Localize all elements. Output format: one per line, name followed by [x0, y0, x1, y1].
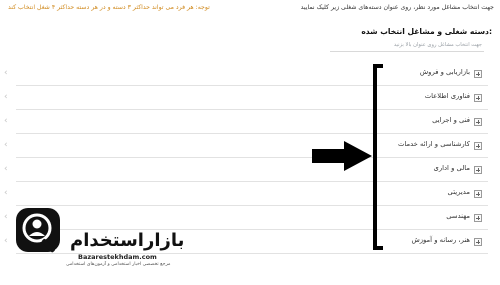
- plus-box-icon[interactable]: [474, 94, 482, 102]
- category-row-technical[interactable]: ‹ فنی و اجرایی: [0, 110, 500, 134]
- category-label[interactable]: فناوری اطلاعات: [425, 92, 470, 100]
- category-row-management[interactable]: ‹ مدیریتی: [0, 182, 500, 206]
- category-row-finance[interactable]: ‹ مالی و اداری: [0, 158, 500, 182]
- category-label[interactable]: فنی و اجرایی: [432, 116, 470, 124]
- category-label[interactable]: هنر، رسانه و آموزش: [411, 236, 470, 244]
- chevron-left-icon[interactable]: ‹: [4, 188, 8, 198]
- chevron-left-icon[interactable]: ‹: [4, 212, 8, 222]
- watermark-tagline: مرجع تخصصی اخبار استخدامی و آزمون‌های اس…: [66, 262, 171, 267]
- plus-box-icon[interactable]: [474, 238, 482, 246]
- category-list: ‹ بازاریابی و فروش ‹ فناوری اطلاعات ‹ فن…: [0, 62, 500, 254]
- plus-box-icon[interactable]: [474, 70, 482, 78]
- category-label[interactable]: مالی و اداری: [434, 164, 470, 172]
- category-label[interactable]: مهندسی: [446, 212, 470, 220]
- category-label[interactable]: بازاریابی و فروش: [420, 68, 470, 76]
- chevron-left-icon[interactable]: ‹: [4, 92, 8, 102]
- category-row-sales[interactable]: ‹ بازاریابی و فروش: [0, 62, 500, 86]
- watermark-brand: بازاراستخدام: [70, 230, 185, 251]
- hint-divider: [330, 51, 484, 52]
- note-text: توجه: هر فرد می تواند حداکثر ۳ دسته و در…: [8, 4, 210, 11]
- category-row-services[interactable]: ‹ کارشناسی و ارائه خدمات: [0, 134, 500, 158]
- plus-box-icon[interactable]: [474, 118, 482, 126]
- chevron-left-icon[interactable]: ‹: [4, 140, 8, 150]
- category-row-it[interactable]: ‹ فناوری اطلاعات: [0, 86, 500, 110]
- highlight-bracket: [373, 64, 383, 250]
- plus-box-icon[interactable]: [474, 166, 482, 174]
- watermark-site: Bazarestekhdam.com: [78, 253, 157, 261]
- chevron-left-icon[interactable]: ‹: [4, 68, 8, 78]
- instruction-text: جهت انتخاب مشاغل مورد نظر، روی عنوان دست…: [300, 4, 494, 11]
- chevron-left-icon[interactable]: ‹: [4, 164, 8, 174]
- selected-jobs-hint: جهت انتخاب مشاغل روی عنوان بالا بزنید: [393, 42, 482, 48]
- category-label[interactable]: مدیریتی: [448, 188, 470, 196]
- person-search-icon: [16, 208, 60, 253]
- chevron-left-icon[interactable]: ‹: [4, 236, 8, 246]
- plus-box-icon[interactable]: [474, 214, 482, 222]
- category-label[interactable]: کارشناسی و ارائه خدمات: [398, 140, 470, 148]
- section-title: دسته شغلی و مشاغل انتخاب شده:: [361, 27, 492, 36]
- plus-box-icon[interactable]: [474, 190, 482, 198]
- arrow-right-icon: [312, 141, 372, 171]
- category-row-engineering[interactable]: ‹ مهندسی: [0, 206, 500, 230]
- chevron-left-icon[interactable]: ‹: [4, 116, 8, 126]
- plus-box-icon[interactable]: [474, 142, 482, 150]
